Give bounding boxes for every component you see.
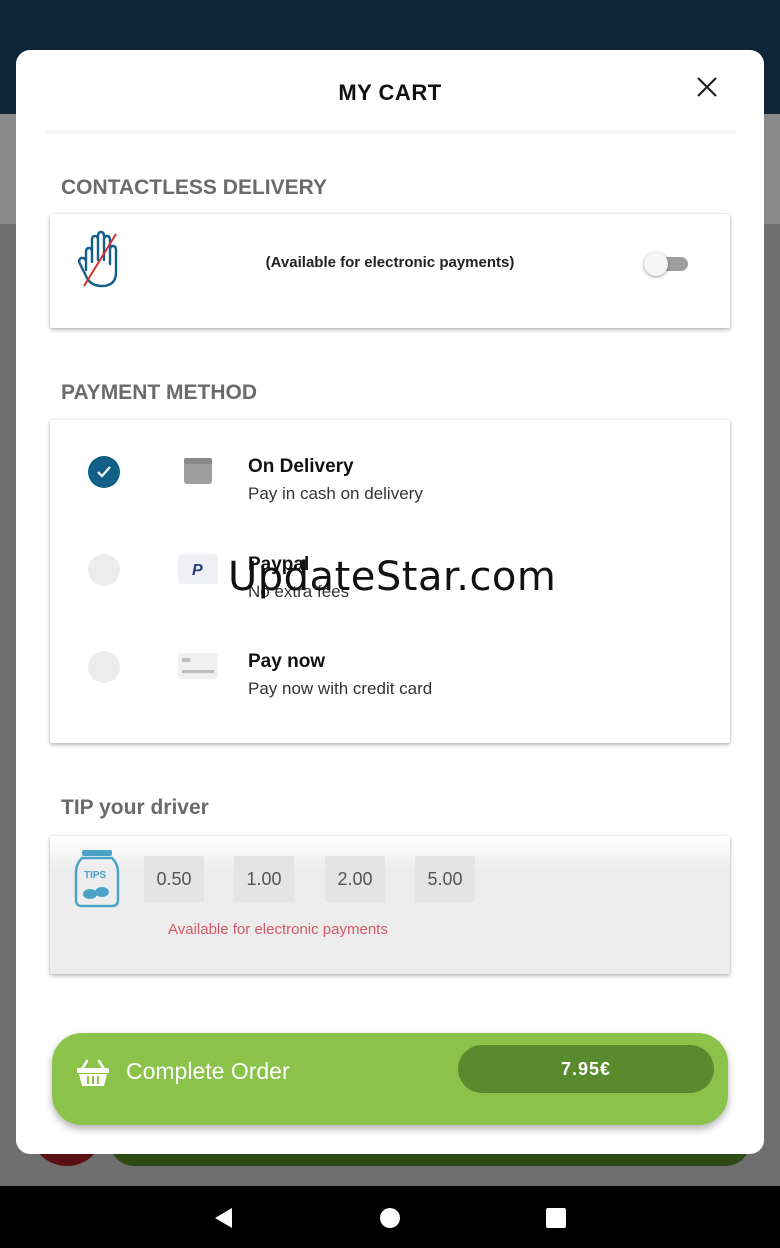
complete-order-label: Complete Order <box>126 1058 290 1084</box>
paypal-icon: P <box>178 554 218 584</box>
tip-card: TIPS 0.50 1.00 2.00 5.00 Available for e… <box>50 836 730 974</box>
tip-amount-button[interactable]: 5.00 <box>415 856 475 902</box>
credit-card-icon <box>178 653 218 679</box>
payment-option-on-delivery[interactable]: On Delivery Pay in cash on delivery <box>50 456 730 536</box>
toggle-thumb <box>644 252 668 276</box>
tip-section-title: TIP your driver <box>61 796 209 819</box>
contactless-card: (Available for electronic payments) <box>50 214 730 328</box>
modal-title: MY CART <box>338 80 442 105</box>
wallet-icon <box>184 458 212 484</box>
tip-amount-button[interactable]: 0.50 <box>144 856 204 902</box>
tip-jar-label: TIPS <box>84 870 107 881</box>
contactless-availability-text: (Available for electronic payments) <box>265 254 515 271</box>
close-button[interactable] <box>692 72 722 102</box>
radio-unselected[interactable] <box>88 554 120 586</box>
close-icon <box>697 77 717 97</box>
payment-option-subtitle: Pay in cash on delivery <box>248 484 423 503</box>
header-divider <box>46 128 736 134</box>
payment-section-title: PAYMENT METHOD <box>61 381 258 404</box>
recent-apps-icon[interactable] <box>544 1206 568 1230</box>
contactless-toggle[interactable] <box>644 252 690 276</box>
payment-option-title: On Delivery <box>248 456 354 477</box>
home-icon[interactable] <box>378 1206 402 1230</box>
basket-icon <box>77 1059 109 1086</box>
back-icon[interactable] <box>212 1206 236 1230</box>
payment-option-title: Pay now <box>248 651 326 672</box>
svg-text:P: P <box>192 562 203 579</box>
payment-option-pay-now[interactable]: Pay now Pay now with credit card <box>50 651 730 731</box>
cart-modal: MY CART CONTACTLESS DELIVERY (Available … <box>16 50 764 1154</box>
android-nav-bar <box>0 1186 780 1248</box>
modal-header: MY CART <box>16 50 764 136</box>
tip-amount-button[interactable]: 1.00 <box>234 856 294 902</box>
tip-jar-icon: TIPS <box>74 850 120 908</box>
radio-unselected[interactable] <box>88 651 120 683</box>
complete-order-button[interactable]: Complete Order 7.95€ <box>52 1033 728 1125</box>
payment-option-subtitle: Pay now with credit card <box>248 679 433 698</box>
watermark-text: UpdateStar.com <box>228 554 557 600</box>
radio-selected[interactable] <box>88 456 120 488</box>
check-icon <box>97 466 111 478</box>
tip-amount-button[interactable]: 2.00 <box>325 856 385 902</box>
order-total-price: 7.95€ <box>458 1045 714 1093</box>
tip-availability-note: Available for electronic payments <box>168 921 388 938</box>
contactless-section-title: CONTACTLESS DELIVERY <box>61 176 328 199</box>
